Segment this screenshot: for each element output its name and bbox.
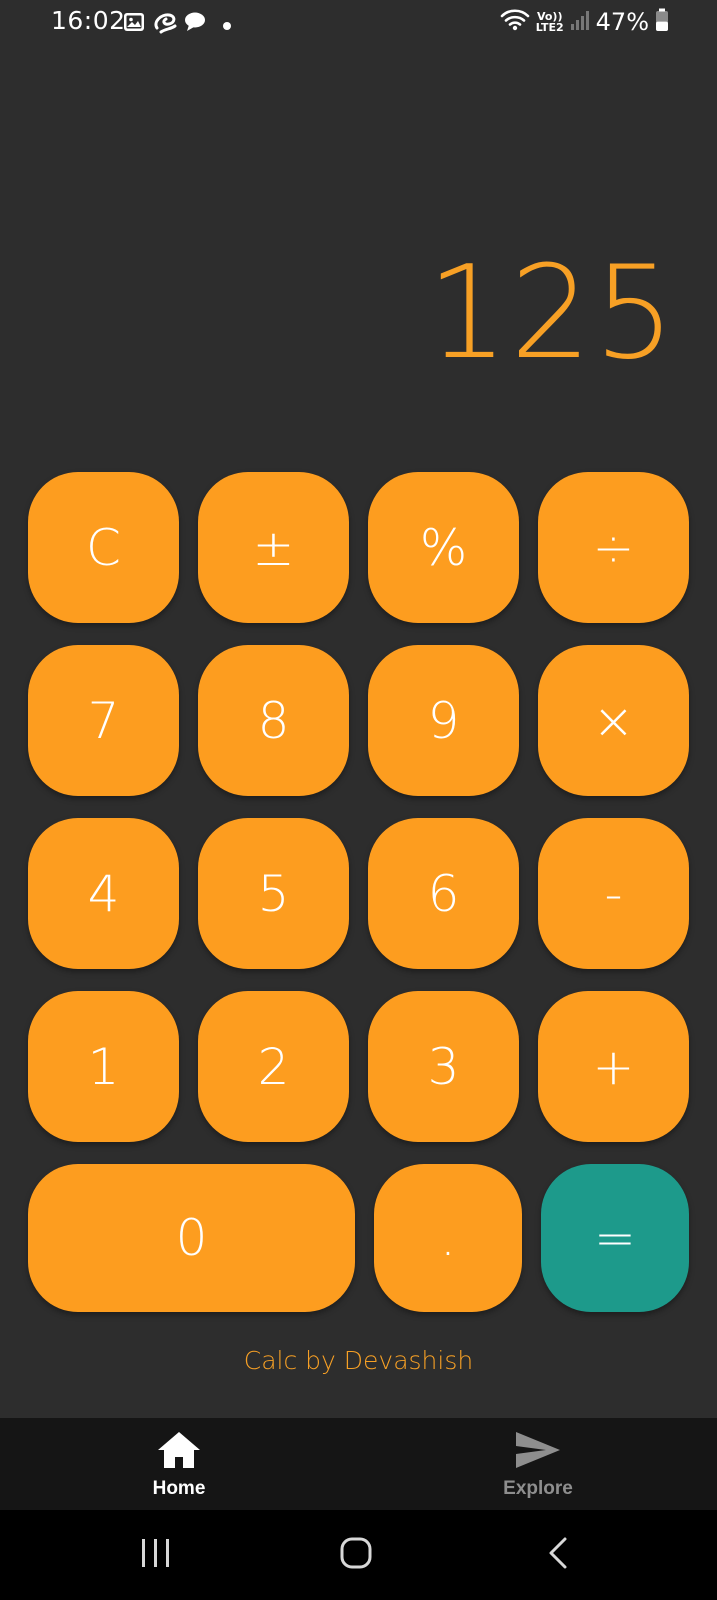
calculator-screen: 16:02 Vo)) LTE2 47% 125 C ± % ÷ 7 8 9 × … bbox=[0, 0, 717, 1600]
battery-icon bbox=[655, 8, 669, 36]
digit-3-button[interactable]: 3 bbox=[368, 991, 519, 1142]
nav-label-explore: Explore bbox=[503, 1478, 573, 1499]
chat-icon bbox=[183, 10, 209, 38]
status-time: 16:02 bbox=[51, 6, 126, 35]
volte-icon: Vo)) LTE2 bbox=[536, 11, 564, 33]
network-label-bottom: LTE2 bbox=[535, 21, 564, 34]
digit-8-button[interactable]: 8 bbox=[198, 645, 349, 796]
back-button[interactable] bbox=[528, 1530, 588, 1580]
equals-button[interactable]: = bbox=[541, 1164, 689, 1312]
digit-4-button[interactable]: 4 bbox=[28, 818, 179, 969]
digit-9-button[interactable]: 9 bbox=[368, 645, 519, 796]
dot-icon bbox=[222, 16, 232, 35]
subtract-button[interactable]: - bbox=[538, 818, 689, 969]
add-button[interactable]: + bbox=[538, 991, 689, 1142]
digit-1-button[interactable]: 1 bbox=[28, 991, 179, 1142]
nav-label-home: Home bbox=[152, 1478, 206, 1499]
recent-apps-icon bbox=[139, 1537, 173, 1573]
home-circle-icon bbox=[339, 1536, 373, 1574]
clear-button[interactable]: C bbox=[28, 472, 179, 623]
result-display: 125 bbox=[426, 239, 677, 388]
home-icon bbox=[156, 1430, 202, 1474]
home-system-button[interactable] bbox=[326, 1530, 386, 1580]
digit-0-button[interactable]: 0 bbox=[28, 1164, 355, 1312]
multiply-button[interactable]: × bbox=[538, 645, 689, 796]
send-icon bbox=[514, 1430, 562, 1474]
nav-item-home[interactable]: Home bbox=[79, 1418, 279, 1510]
divide-button[interactable]: ÷ bbox=[538, 472, 689, 623]
percent-button[interactable]: % bbox=[368, 472, 519, 623]
digit-7-button[interactable]: 7 bbox=[28, 645, 179, 796]
recent-apps-button[interactable] bbox=[126, 1530, 186, 1580]
wifi-icon bbox=[500, 8, 530, 36]
gallery-icon bbox=[122, 10, 146, 38]
app-credit: Calc by Devashish bbox=[243, 1346, 474, 1375]
signal-icon bbox=[570, 9, 590, 35]
digit-2-button[interactable]: 2 bbox=[198, 991, 349, 1142]
system-navigation-bar bbox=[0, 1510, 717, 1600]
battery-percent: 47% bbox=[595, 8, 649, 36]
digit-5-button[interactable]: 5 bbox=[198, 818, 349, 969]
digit-6-button[interactable]: 6 bbox=[368, 818, 519, 969]
decimal-button[interactable]: . bbox=[374, 1164, 522, 1312]
bottom-nav: Home Explore bbox=[0, 1418, 717, 1510]
plus-minus-button[interactable]: ± bbox=[198, 472, 349, 623]
status-bar: 16:02 Vo)) LTE2 47% bbox=[0, 0, 717, 44]
status-right: Vo)) LTE2 47% bbox=[500, 8, 669, 36]
back-chevron-icon bbox=[546, 1536, 570, 1574]
airtel-icon bbox=[151, 10, 179, 40]
nav-item-explore[interactable]: Explore bbox=[438, 1418, 638, 1510]
